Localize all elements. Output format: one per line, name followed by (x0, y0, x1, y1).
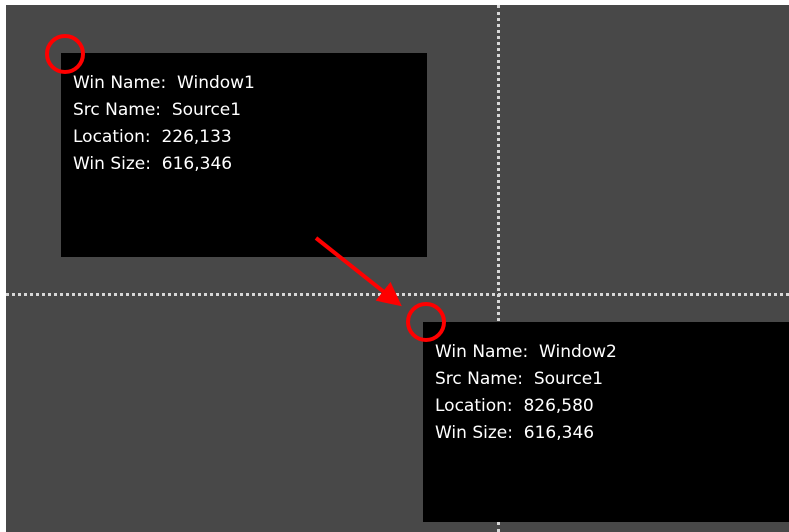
location-label: Location: (73, 127, 151, 147)
win-name-value: Window1 (177, 73, 255, 93)
window-2-source-row: Src Name: Source1 (435, 366, 617, 393)
src-name-label: Src Name: (435, 369, 524, 389)
window-1-size-row: Win Size: 616,346 (73, 151, 255, 178)
location-value: 226,133 (161, 127, 232, 147)
win-size-value: 616,346 (523, 423, 595, 443)
window-1-source-row: Src Name: Source1 (73, 97, 255, 124)
location-value: 826,580 (523, 396, 594, 416)
window-1-location-row: Location: 226,133 (73, 124, 255, 151)
horizontal-screen-divider (6, 293, 789, 296)
win-name-label: Win Name: (435, 342, 529, 362)
src-name-value: Source1 (171, 100, 242, 120)
win-size-value: 616,346 (161, 154, 233, 174)
win-size-label: Win Size: (73, 154, 151, 174)
video-wall-canvas[interactable]: Win Name: Window1 Src Name: Source1 Loca… (6, 5, 789, 532)
window-2-info: Win Name: Window2 Src Name: Source1 Loca… (435, 339, 617, 447)
src-name-value: Source1 (533, 369, 604, 389)
window-2-name-row: Win Name: Window2 (435, 339, 617, 366)
window-2-box[interactable]: Win Name: Window2 Src Name: Source1 Loca… (423, 322, 789, 522)
win-name-label: Win Name: (73, 73, 167, 93)
window-1-box[interactable]: Win Name: Window1 Src Name: Source1 Loca… (61, 53, 427, 257)
src-name-label: Src Name: (73, 100, 162, 120)
window-2-size-row: Win Size: 616,346 (435, 420, 617, 447)
window-1-info: Win Name: Window1 Src Name: Source1 Loca… (73, 70, 255, 178)
win-name-value: Window2 (539, 342, 617, 362)
location-label: Location: (435, 396, 513, 416)
window-1-name-row: Win Name: Window1 (73, 70, 255, 97)
window-2-location-row: Location: 826,580 (435, 393, 617, 420)
win-size-label: Win Size: (435, 423, 513, 443)
